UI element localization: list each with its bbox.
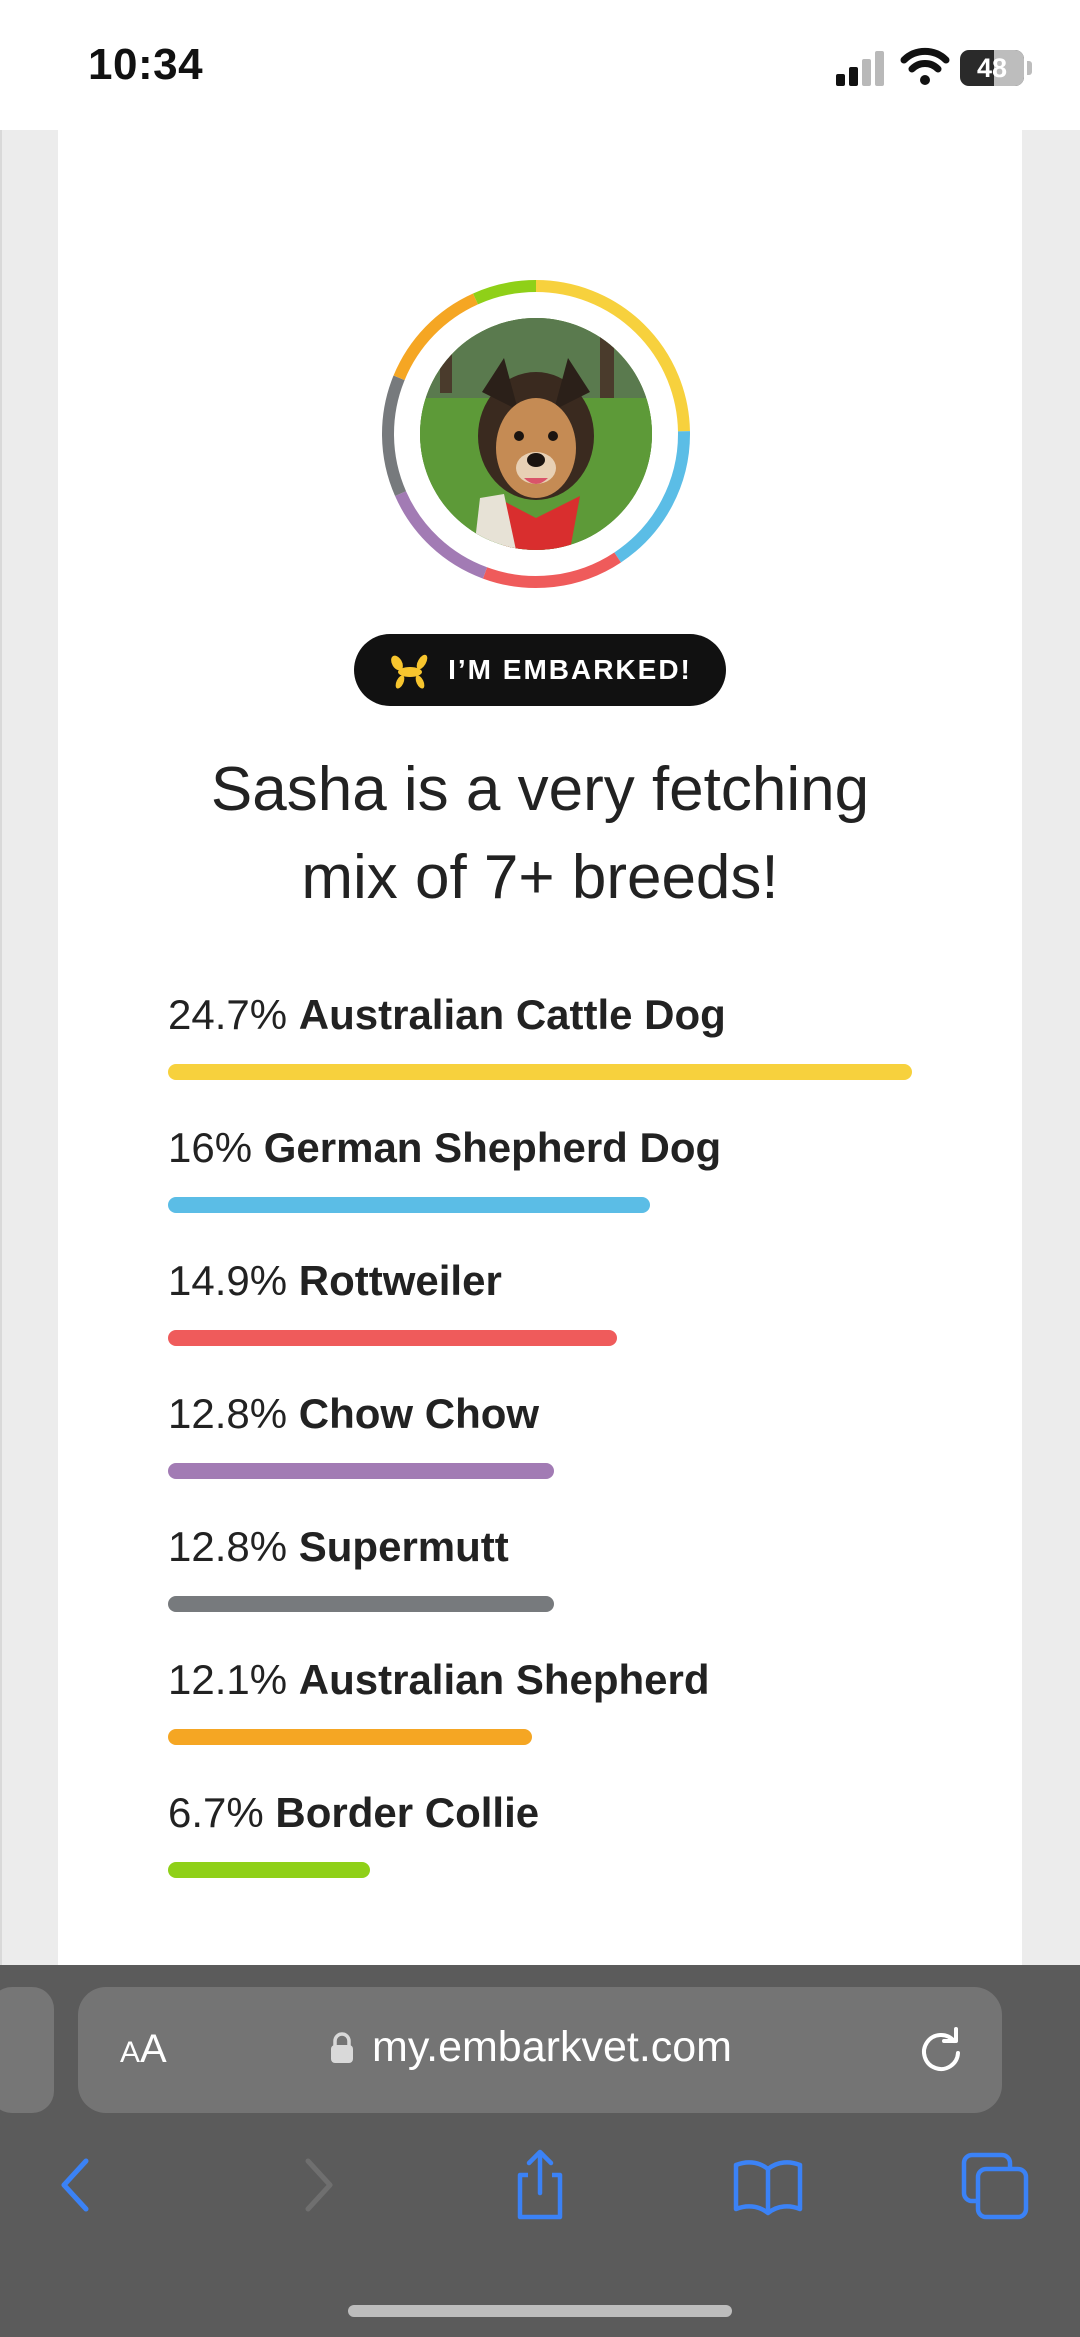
status-time: 10:34	[88, 40, 204, 89]
cellular-signal-icon	[836, 50, 886, 86]
battery-icon: 48	[960, 50, 1024, 86]
breed-label: 12.8% Chow Chow	[168, 1389, 918, 1439]
status-bar: 10:34 48	[0, 0, 1080, 130]
breed-label: 16% German Shepherd Dog	[168, 1123, 918, 1173]
breed-row: 14.9% Rottweiler	[168, 1256, 918, 1346]
breed-name: Australian Shepherd	[298, 1656, 710, 1703]
breed-percentage: 16%	[168, 1124, 253, 1171]
breed-ring-segment	[382, 375, 407, 497]
breed-name: Rottweiler	[298, 1257, 502, 1304]
breed-percentage: 12.8%	[168, 1390, 288, 1437]
breed-percentage: 24.7%	[168, 991, 288, 1038]
back-icon[interactable]	[40, 2145, 120, 2225]
breed-bar	[168, 1064, 912, 1080]
page-title: Sasha is a very fetching mix of 7+ breed…	[118, 746, 962, 922]
lock-icon	[331, 2031, 353, 2063]
breed-row: 12.8% Chow Chow	[168, 1389, 918, 1479]
breed-name: Border Collie	[275, 1789, 540, 1836]
url-display[interactable]: my.embarkvet.com	[330, 2023, 732, 2072]
breed-row: 16% German Shepherd Dog	[168, 1123, 918, 1213]
breed-percentage: 14.9%	[168, 1257, 288, 1304]
breed-label: 12.8% Supermutt	[168, 1522, 918, 1572]
breed-percentage: 12.8%	[168, 1523, 288, 1570]
breed-bar	[168, 1463, 554, 1479]
breed-name: Supermutt	[298, 1523, 509, 1570]
battery-level: 48	[976, 52, 1008, 83]
dog-photo	[420, 318, 652, 550]
breed-bar	[168, 1330, 617, 1346]
dog-avatar[interactable]	[376, 274, 696, 594]
bookmarks-icon[interactable]	[728, 2145, 808, 2225]
breed-ring-segment	[482, 552, 621, 588]
share-icon[interactable]	[500, 2145, 580, 2225]
browser-toolbar	[0, 2145, 1080, 2245]
results-card: I’M EMBARKED! Sasha is a very fetching m…	[58, 130, 1022, 1965]
home-indicator	[348, 2305, 732, 2317]
previous-tab-peek[interactable]	[0, 1987, 54, 2113]
browser-chrome: AA my.embarkvet.com	[0, 1965, 1080, 2337]
tabs-icon[interactable]	[956, 2145, 1036, 2225]
forward-icon[interactable]	[274, 2145, 354, 2225]
breed-bar	[168, 1862, 370, 1878]
breed-name: Australian Cattle Dog	[298, 991, 726, 1038]
breed-label: 24.7% Australian Cattle Dog	[168, 990, 918, 1040]
breed-row: 12.8% Supermutt	[168, 1522, 918, 1612]
breed-row: 6.7% Border Collie	[168, 1788, 918, 1878]
breed-row: 12.1% Australian Shepherd	[168, 1655, 918, 1745]
breed-label: 6.7% Border Collie	[168, 1788, 918, 1838]
web-page: I’M EMBARKED! Sasha is a very fetching m…	[0, 130, 1080, 1965]
reload-icon[interactable]	[914, 2023, 968, 2077]
embarked-badge: I’M EMBARKED!	[354, 634, 726, 706]
badge-label: I’M EMBARKED!	[448, 654, 692, 685]
breed-row: 24.7% Australian Cattle Dog	[168, 990, 918, 1080]
breed-percentage: 6.7%	[168, 1789, 264, 1836]
text-size-button[interactable]: AA	[120, 2027, 167, 2072]
wifi-icon	[900, 47, 950, 85]
breed-name: Chow Chow	[298, 1390, 540, 1437]
breed-label: 12.1% Australian Shepherd	[168, 1655, 918, 1705]
breed-bar	[168, 1596, 554, 1612]
headline-line-2: mix of 7+ breeds!	[301, 843, 779, 912]
breed-label: 14.9% Rottweiler	[168, 1256, 918, 1306]
breed-bar	[168, 1729, 532, 1745]
breed-percentage: 12.1%	[168, 1656, 288, 1703]
breed-bar	[168, 1197, 650, 1213]
battery-tip	[1027, 61, 1032, 75]
headline-line-1: Sasha is a very fetching	[210, 755, 870, 824]
address-bar[interactable]: AA my.embarkvet.com	[78, 1987, 1002, 2113]
breed-name: German Shepherd Dog	[263, 1124, 722, 1171]
url-text: my.embarkvet.com	[372, 2023, 732, 2071]
balloon-dog-icon	[391, 654, 428, 689]
breed-ring-segment	[473, 280, 537, 305]
